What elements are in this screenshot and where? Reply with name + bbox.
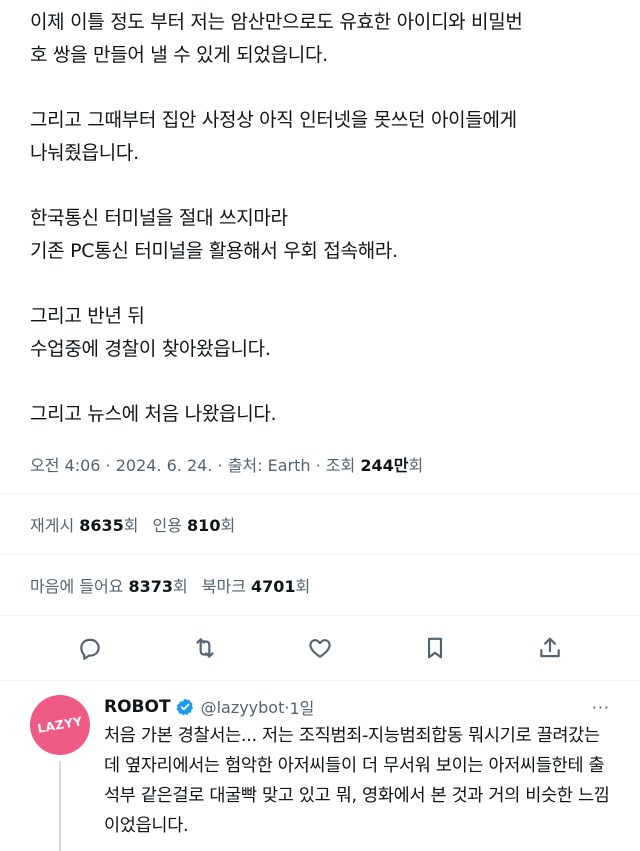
avatar-logo-text: LAZYY bbox=[36, 714, 84, 736]
quotes-stat[interactable]: 인용 810회 bbox=[153, 512, 236, 536]
reply-icon bbox=[80, 638, 100, 660]
like-button[interactable] bbox=[304, 632, 336, 664]
avatar[interactable]: LAZYY bbox=[25, 690, 95, 760]
verified-badge-icon bbox=[175, 698, 193, 716]
bookmarks-stat[interactable]: 북마크 4701회 bbox=[202, 573, 311, 597]
reply-content: ROBOT @lazyybot · 1일 ··· 처음 가본 경찰서는... 저… bbox=[104, 695, 610, 851]
tweet-source: 출처: Earth bbox=[227, 456, 311, 475]
tweet-paragraph-2: 그리고 그때부터 집안 사정상 아직 인터넷을 못쓰던 아이들에게 나눠줬읍니다… bbox=[30, 109, 517, 164]
share-icon bbox=[540, 637, 560, 658]
stats-row-likes: 마음에 들어요 8373회 북마크 4701회 bbox=[0, 555, 640, 615]
meta-separator: · bbox=[212, 456, 228, 475]
likes-suffix: 회 bbox=[173, 577, 188, 596]
views-label: 조회 bbox=[325, 456, 361, 475]
reposts-suffix: 회 bbox=[123, 516, 139, 535]
bookmarks-label: 북마크 bbox=[201, 577, 252, 596]
like-icon bbox=[309, 639, 331, 658]
thread-line bbox=[59, 761, 61, 851]
retweet-button[interactable] bbox=[189, 632, 221, 664]
tweet-paragraph-3: 한국통신 터미널을 절대 쓰지마라 기존 PC통신 터미널을 활용해서 우회 접… bbox=[30, 207, 398, 262]
meta-separator: · bbox=[100, 456, 116, 475]
tweet-date[interactable]: 2024. 6. 24. bbox=[116, 456, 213, 475]
stats-row-reposts: 재게시 8635회 인용 810회 bbox=[0, 494, 640, 554]
reply-header: ROBOT @lazyybot · 1일 ··· bbox=[104, 695, 610, 719]
tweet-paragraph-5: 그리고 뉴스에 처음 나왔읍니다. bbox=[30, 403, 277, 425]
tweet-time[interactable]: 오전 4:06 bbox=[30, 456, 100, 475]
action-bar bbox=[0, 616, 640, 680]
bookmarks-suffix: 회 bbox=[295, 577, 311, 596]
likes-stat[interactable]: 마음에 들어요 8373회 bbox=[30, 573, 188, 597]
bookmark-button[interactable] bbox=[419, 632, 451, 664]
reposts-label: 재게시 bbox=[30, 516, 80, 535]
tweet-body: 이제 이틀 정도 부터 저는 암산만으로도 유효한 아이디와 비밀번 호 쌍을 … bbox=[0, 0, 640, 431]
reply-tweet[interactable]: LAZYY ROBOT @lazyybot · 1일 ··· 처음 가본 경찰서… bbox=[0, 681, 640, 851]
quotes-count: 810 bbox=[187, 516, 221, 535]
tweet-meta: 오전 4:06 · 2024. 6. 24. · 출처: Earth · 조회 … bbox=[0, 453, 640, 479]
reply-author-name[interactable]: ROBOT bbox=[104, 697, 171, 717]
likes-label: 마음에 들어요 bbox=[30, 577, 129, 596]
reposts-count: 8635 bbox=[79, 516, 124, 535]
likes-count: 8373 bbox=[128, 577, 174, 596]
share-button[interactable] bbox=[534, 632, 566, 664]
reply-age[interactable]: 1일 bbox=[289, 695, 314, 719]
tweet-paragraph-4: 그리고 반년 뒤 수업중에 경찰이 찾아왔읍니다. bbox=[30, 305, 271, 360]
views-suffix: 회 bbox=[408, 456, 424, 475]
avatar-column: LAZYY bbox=[25, 690, 95, 851]
retweet-icon bbox=[196, 638, 214, 658]
bookmark-icon bbox=[427, 637, 443, 659]
more-options-icon[interactable]: ··· bbox=[592, 698, 610, 717]
reply-button[interactable] bbox=[74, 632, 106, 664]
quotes-suffix: 회 bbox=[220, 516, 236, 535]
meta-separator: · bbox=[310, 456, 326, 475]
tweet-paragraph-1: 이제 이틀 정도 부터 저는 암산만으로도 유효한 아이디와 비밀번 호 쌍을 … bbox=[30, 11, 523, 66]
reposts-stat[interactable]: 재게시 8635회 bbox=[30, 512, 139, 536]
reply-text: 처음 가본 경찰서는... 저는 조직범죄-지능범죄합동 뭐시기로 끌려갔는데 … bbox=[104, 726, 610, 836]
views-count: 244만 bbox=[360, 456, 409, 475]
bookmarks-count: 4701 bbox=[251, 577, 296, 596]
reply-author-handle[interactable]: @lazyybot bbox=[201, 698, 285, 717]
quotes-label: 인용 bbox=[152, 516, 188, 535]
